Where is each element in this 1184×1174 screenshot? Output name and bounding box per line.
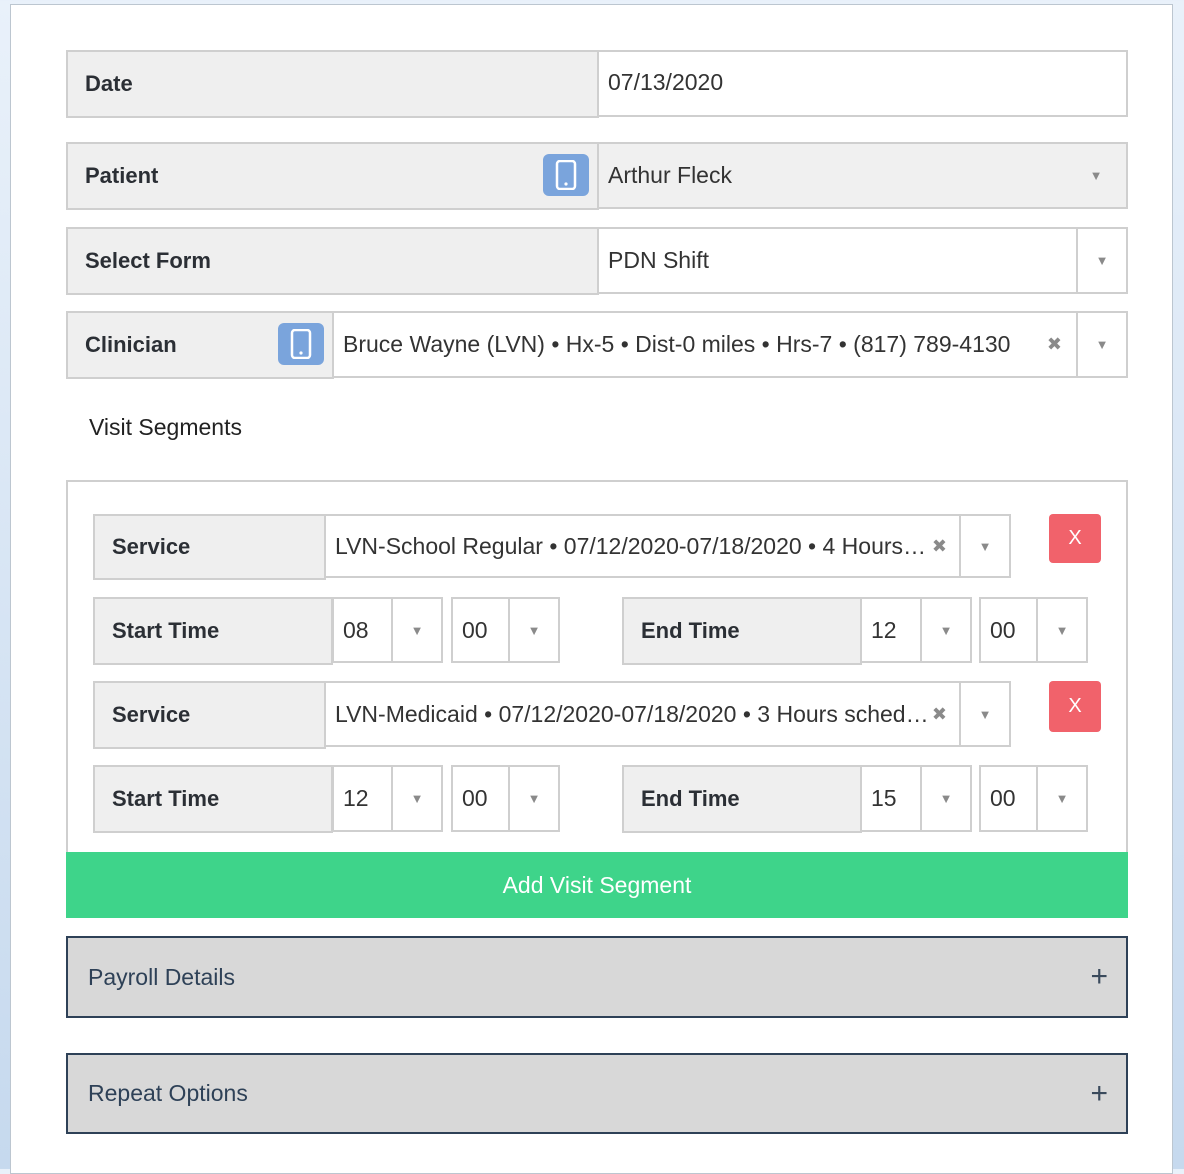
patient-select[interactable]: Arthur Fleck ▼ <box>597 142 1128 209</box>
expand-plus-icon[interactable]: + <box>1090 1077 1108 1111</box>
end-minute-select[interactable]: 00 ▼ <box>979 765 1088 832</box>
chevron-down-icon[interactable]: ▼ <box>959 683 1009 745</box>
repeat-options-title: Repeat Options <box>88 1080 248 1106</box>
expand-plus-icon[interactable]: + <box>1090 960 1108 994</box>
form-select[interactable]: PDN Shift ▼ <box>597 227 1128 294</box>
chevron-down-icon[interactable]: ▼ <box>920 599 970 661</box>
date-label: Date <box>66 50 599 118</box>
service-select[interactable]: LVN-School Regular • 07/12/2020-07/18/20… <box>324 514 1011 578</box>
start-time-label: Start Time <box>93 765 333 833</box>
chevron-down-icon[interactable]: ▼ <box>1076 229 1126 292</box>
clear-icon[interactable]: ✖ <box>932 516 947 576</box>
chevron-down-icon[interactable]: ▼ <box>391 599 441 661</box>
mobile-phone-icon[interactable] <box>278 323 324 365</box>
end-time-label: End Time <box>622 597 862 665</box>
end-time-label: End Time <box>622 765 862 833</box>
chevron-down-icon[interactable]: ▼ <box>959 516 1009 576</box>
chevron-down-icon[interactable]: ▼ <box>1072 144 1120 207</box>
patient-label: Patient <box>66 142 599 210</box>
clear-icon[interactable]: ✖ <box>932 683 947 745</box>
start-minute-select[interactable]: 00 ▼ <box>451 765 560 832</box>
mobile-phone-icon[interactable] <box>543 154 589 196</box>
end-hour-select[interactable]: 12 ▼ <box>860 597 972 663</box>
chevron-down-icon[interactable]: ▼ <box>1036 599 1086 661</box>
service-select[interactable]: LVN-Medicaid • 07/12/2020-07/18/2020 • 3… <box>324 681 1011 747</box>
repeat-options-accordion[interactable]: Repeat Options + <box>66 1053 1128 1134</box>
remove-segment-button[interactable]: X <box>1049 514 1101 563</box>
start-hour-select[interactable]: 08 ▼ <box>332 597 443 663</box>
chevron-down-icon[interactable]: ▼ <box>1036 767 1086 830</box>
date-input[interactable]: 07/13/2020 <box>597 50 1128 117</box>
start-hour-select[interactable]: 12 ▼ <box>332 765 443 832</box>
payroll-details-title: Payroll Details <box>88 963 235 990</box>
service-label: Service <box>93 514 326 580</box>
chevron-down-icon[interactable]: ▼ <box>1076 313 1126 376</box>
clinician-select[interactable]: Bruce Wayne (LVN) • Hx-5 • Dist-0 miles … <box>332 311 1128 378</box>
remove-segment-button[interactable]: X <box>1049 681 1101 732</box>
clear-icon[interactable]: ✖ <box>1047 313 1062 376</box>
start-minute-select[interactable]: 00 ▼ <box>451 597 560 663</box>
add-visit-segment-button[interactable]: Add Visit Segment <box>66 852 1128 918</box>
select-form-label: Select Form <box>66 227 599 295</box>
visit-segments-title: Visit Segments <box>89 414 242 440</box>
payroll-details-accordion[interactable]: Payroll Details + <box>66 936 1128 1018</box>
chevron-down-icon[interactable]: ▼ <box>508 767 558 830</box>
start-time-label: Start Time <box>93 597 333 665</box>
end-hour-select[interactable]: 15 ▼ <box>860 765 972 832</box>
chevron-down-icon[interactable]: ▼ <box>391 767 441 830</box>
chevron-down-icon[interactable]: ▼ <box>920 767 970 830</box>
service-label: Service <box>93 681 326 749</box>
chevron-down-icon[interactable]: ▼ <box>508 599 558 661</box>
end-minute-select[interactable]: 00 ▼ <box>979 597 1088 663</box>
